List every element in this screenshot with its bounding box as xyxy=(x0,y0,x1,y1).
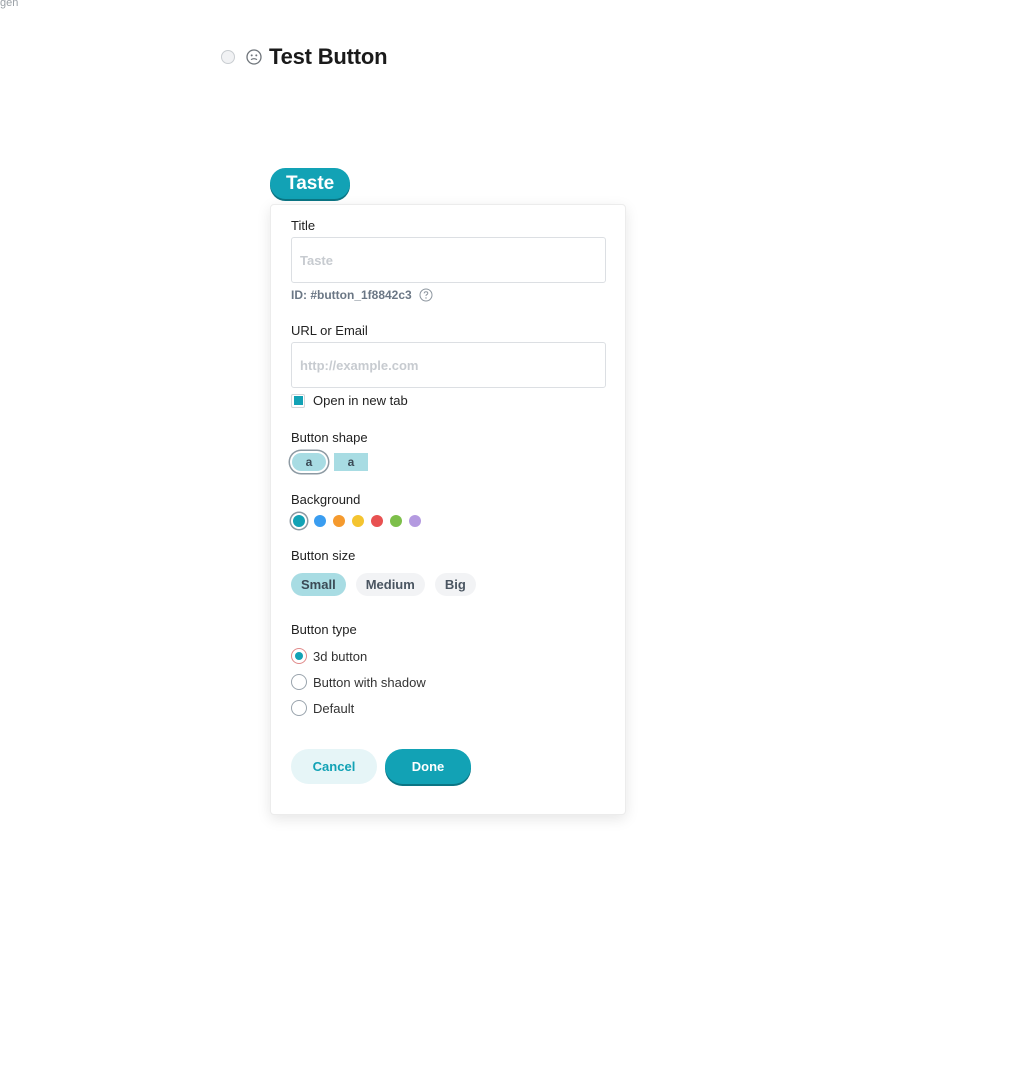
button-id-text: ID: #button_1f8842c3 xyxy=(291,288,412,302)
type-option-shadow[interactable]: Button with shadow xyxy=(291,674,426,690)
type-option-default[interactable]: Default xyxy=(291,700,354,716)
type-option-3d[interactable]: 3d button xyxy=(291,648,367,664)
background-swatch-4[interactable] xyxy=(352,515,364,527)
button-shape-label: Button shape xyxy=(291,430,368,445)
background-label: Background xyxy=(291,492,361,507)
corner-label: gen xyxy=(0,0,19,9)
preview-button[interactable]: Taste xyxy=(270,168,351,199)
type-option-default-label: Default xyxy=(313,700,355,716)
button-size-options: Small Medium Big xyxy=(291,573,486,596)
url-input[interactable] xyxy=(291,342,606,388)
open-in-new-tab-label: Open in new tab xyxy=(313,393,408,408)
title-input[interactable] xyxy=(291,237,606,283)
size-option-small[interactable]: Small xyxy=(291,573,346,596)
button-size-label: Button size xyxy=(291,548,356,563)
background-swatch-1[interactable] xyxy=(293,515,305,527)
open-in-new-tab-checkbox[interactable] xyxy=(291,393,305,408)
url-label: URL or Email xyxy=(291,323,368,338)
page-header: Test Button xyxy=(221,44,388,70)
button-id-row: ID: #button_1f8842c3 xyxy=(291,288,433,302)
open-in-new-tab-row[interactable]: Open in new tab xyxy=(291,393,408,408)
size-option-medium[interactable]: Medium xyxy=(355,573,425,596)
button-shape-options: a a xyxy=(289,453,368,471)
checkbox-check-mark xyxy=(293,396,303,405)
type-option-shadow-label: Button with shadow xyxy=(313,674,426,690)
smiley-icon[interactable] xyxy=(245,49,262,66)
radio-default[interactable] xyxy=(291,700,307,716)
title-label: Title xyxy=(291,218,316,233)
cancel-button[interactable]: Cancel xyxy=(291,749,377,784)
shape-option-square[interactable]: a xyxy=(334,453,368,471)
button-type-label: Button type xyxy=(291,622,357,637)
size-option-big[interactable]: Big xyxy=(434,573,476,596)
background-swatch-3[interactable] xyxy=(333,515,345,527)
shape-option-rounded[interactable]: a xyxy=(292,453,326,471)
button-settings-panel: Title ID: #button_1f8842c3 URL or Email … xyxy=(270,204,626,815)
background-swatch-5[interactable] xyxy=(371,515,383,527)
background-swatches xyxy=(291,515,428,527)
circle-icon[interactable] xyxy=(221,50,235,64)
type-option-3d-label: 3d button xyxy=(313,648,368,664)
radio-shadow[interactable] xyxy=(291,674,307,690)
done-button[interactable]: Done xyxy=(385,749,471,784)
background-swatch-6[interactable] xyxy=(390,515,402,527)
page-title: Test Button xyxy=(269,44,388,69)
question-circle-icon[interactable] xyxy=(419,288,433,302)
radio-3d[interactable] xyxy=(291,648,307,664)
background-swatch-2[interactable] xyxy=(314,515,326,527)
background-swatch-7[interactable] xyxy=(409,515,421,527)
radio-selected-dot xyxy=(295,652,303,660)
